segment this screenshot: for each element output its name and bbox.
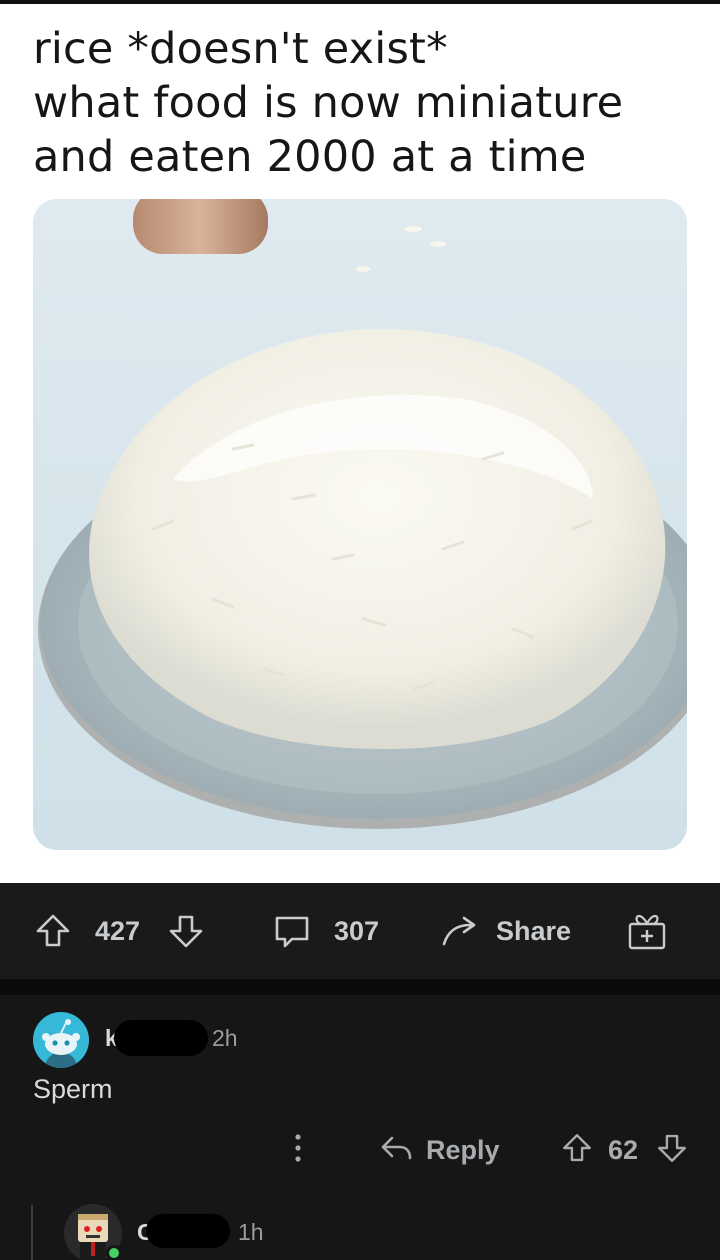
comment-downvote-button[interactable] [655,1120,689,1180]
more-options-icon [286,1128,310,1172]
comment-timestamp: 2h [212,1025,238,1051]
top-divider [0,0,720,4]
section-divider [0,979,720,995]
comment-count: 307 [334,915,380,946]
post-score: 427 [95,915,141,946]
comment-body: Sperm [33,1074,113,1104]
downvote-arrow-icon [655,1131,689,1169]
gift-award-icon [627,911,667,951]
redaction-bar [146,1214,230,1248]
redaction-bar [114,1020,208,1056]
share-arrow-icon [440,911,480,951]
rice-photo [33,199,687,850]
comment-more-button[interactable] [286,1120,310,1180]
share-label: Share [496,915,572,946]
reply-label: Reply [426,1134,500,1165]
downvote-arrow-icon [166,911,206,951]
award-button[interactable] [627,883,667,979]
downvote-button[interactable] [166,883,206,979]
comments-button[interactable]: 307 [272,883,379,979]
caption-line-3: and eaten 2000 at a time [33,132,587,182]
caption-line-1: rice *doesn't exist* [33,24,448,74]
upvote-arrow-icon [560,1131,594,1169]
comment-bubble-icon [272,911,312,951]
upvote-arrow-icon [33,911,73,951]
share-button[interactable]: Share [440,883,571,979]
comment-reply-button[interactable]: Reply [378,1120,500,1180]
post-action-bar: 427 307 Share [0,883,720,979]
online-status-dot [106,1245,122,1260]
upvote-button[interactable] [33,883,73,979]
comment-score: 62 [608,1134,639,1165]
comment-upvote-button[interactable] [560,1120,594,1180]
reply-arrow-icon [378,1130,414,1170]
thread-line[interactable] [31,1205,33,1260]
post-image[interactable]: rice *doesn't exist* what food is now mi… [0,0,720,883]
caption-line-2: what food is now miniature [33,78,624,128]
snoo-avatar-icon[interactable] [33,1012,89,1068]
meme-caption: rice *doesn't exist* what food is now mi… [33,22,703,184]
reply-timestamp: 1h [238,1219,264,1245]
